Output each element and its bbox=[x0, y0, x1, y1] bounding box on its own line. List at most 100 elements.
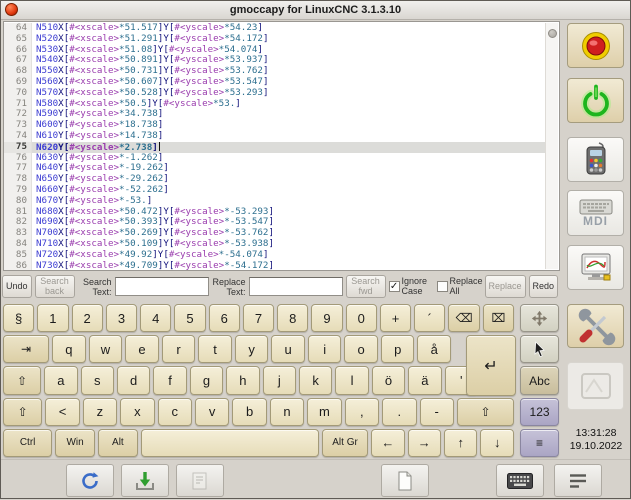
arrow-down-key[interactable]: ↓ bbox=[480, 429, 513, 457]
search-back-button[interactable]: Search back bbox=[35, 275, 75, 298]
key-d[interactable]: d bbox=[117, 366, 150, 394]
ctrl-key[interactable]: Ctrl bbox=[3, 429, 52, 457]
tab-key[interactable]: ⇥ bbox=[3, 335, 49, 363]
gcode-editor[interactable]: 64N510X[#<xscale>*51.517]Y[#<yscale>*54.… bbox=[3, 21, 560, 271]
ignore-case-checkbox[interactable]: ✓ Ignore Case bbox=[389, 277, 434, 296]
key-ö[interactable]: ö bbox=[372, 366, 405, 394]
undo-button[interactable]: Undo bbox=[2, 275, 32, 298]
key-§[interactable]: § bbox=[3, 304, 34, 332]
search-text-input[interactable] bbox=[115, 277, 209, 296]
key-,[interactable]: , bbox=[345, 398, 379, 426]
new-file-button[interactable] bbox=[381, 464, 429, 497]
replace-text-input[interactable] bbox=[249, 277, 343, 296]
key-5[interactable]: 5 bbox=[174, 304, 205, 332]
pointer-key[interactable] bbox=[520, 335, 559, 363]
mdi-mode-button[interactable]: MDI bbox=[567, 190, 624, 236]
key-1[interactable]: 1 bbox=[37, 304, 68, 332]
key-6[interactable]: 6 bbox=[209, 304, 240, 332]
scrollbar-thumb[interactable] bbox=[548, 29, 557, 38]
key-y[interactable]: y bbox=[235, 335, 269, 363]
document-icon bbox=[189, 470, 211, 492]
key-t[interactable]: t bbox=[198, 335, 232, 363]
key-p[interactable]: p bbox=[381, 335, 415, 363]
auto-mode-button[interactable] bbox=[567, 245, 624, 290]
abc-key[interactable]: Abc bbox=[520, 366, 559, 394]
key-c[interactable]: c bbox=[158, 398, 192, 426]
key-3[interactable]: 3 bbox=[106, 304, 137, 332]
keyboard-move-key[interactable] bbox=[520, 304, 559, 332]
save-button[interactable] bbox=[121, 464, 169, 497]
search-fwd-button[interactable]: Search fwd bbox=[346, 275, 386, 298]
caps-key[interactable]: ⇧ bbox=[3, 366, 41, 394]
key-u[interactable]: u bbox=[271, 335, 305, 363]
mdi-label: MDI bbox=[583, 214, 608, 228]
ignore-case-box[interactable]: ✓ bbox=[389, 281, 400, 292]
reload-button[interactable] bbox=[66, 464, 114, 497]
replace-button[interactable]: Replace bbox=[485, 275, 526, 298]
key-a[interactable]: a bbox=[44, 366, 77, 394]
clock-display: 13:31:28 19.10.2022 bbox=[563, 427, 629, 453]
key-n[interactable]: n bbox=[270, 398, 304, 426]
arrow-right-key[interactable]: → bbox=[408, 429, 441, 457]
key-0[interactable]: 0 bbox=[346, 304, 377, 332]
machine-on-button[interactable] bbox=[567, 78, 624, 123]
replace-all-checkbox[interactable]: Replace All bbox=[437, 277, 482, 296]
key-9[interactable]: 9 bbox=[311, 304, 342, 332]
space-key[interactable] bbox=[141, 429, 319, 457]
backspace-key[interactable]: ⌫ bbox=[448, 304, 479, 332]
key-ä[interactable]: ä bbox=[408, 366, 441, 394]
code-line[interactable]: 74N610Y[#<yscale>*14.738] bbox=[4, 131, 546, 142]
key-o[interactable]: o bbox=[344, 335, 378, 363]
key-r[interactable]: r bbox=[162, 335, 196, 363]
redo-button[interactable]: Redo bbox=[529, 275, 559, 298]
key-+[interactable]: + bbox=[380, 304, 411, 332]
shift-left-key[interactable]: ⇧ bbox=[3, 398, 42, 426]
menu-key[interactable]: ≡ bbox=[520, 429, 559, 457]
key-´[interactable]: ´ bbox=[414, 304, 445, 332]
arrow-up-key[interactable]: ↑ bbox=[444, 429, 477, 457]
refresh-icon bbox=[79, 470, 101, 492]
key-å[interactable]: å bbox=[417, 335, 451, 363]
replace-all-box[interactable] bbox=[437, 281, 448, 292]
power-icon bbox=[576, 81, 616, 121]
settings-button[interactable] bbox=[567, 304, 624, 348]
key-l[interactable]: l bbox=[335, 366, 368, 394]
key-i[interactable]: i bbox=[308, 335, 342, 363]
enter-key[interactable]: ↵ bbox=[466, 335, 516, 396]
win-key[interactable]: Win bbox=[55, 429, 95, 457]
key-j[interactable]: j bbox=[263, 366, 296, 394]
key-s[interactable]: s bbox=[81, 366, 114, 394]
key-k[interactable]: k bbox=[299, 366, 332, 394]
key-4[interactable]: 4 bbox=[140, 304, 171, 332]
numbers-key[interactable]: 123 bbox=[520, 398, 559, 426]
key-h[interactable]: h bbox=[226, 366, 259, 394]
key--[interactable]: - bbox=[420, 398, 454, 426]
editor-scrollbar[interactable] bbox=[545, 23, 558, 269]
key-q[interactable]: q bbox=[52, 335, 86, 363]
key-<[interactable]: < bbox=[45, 398, 79, 426]
estop-button[interactable] bbox=[567, 23, 624, 68]
alt-key[interactable]: Alt bbox=[98, 429, 138, 457]
altgr-key[interactable]: Alt Gr bbox=[322, 429, 368, 457]
key-v[interactable]: v bbox=[195, 398, 229, 426]
key-7[interactable]: 7 bbox=[243, 304, 274, 332]
key-f[interactable]: f bbox=[153, 366, 186, 394]
key-8[interactable]: 8 bbox=[277, 304, 308, 332]
back-button[interactable] bbox=[554, 464, 602, 497]
key-.[interactable]: . bbox=[382, 398, 416, 426]
key-z[interactable]: z bbox=[83, 398, 117, 426]
clear-key[interactable]: ⌧ bbox=[483, 304, 514, 332]
key-w[interactable]: w bbox=[89, 335, 123, 363]
key-e[interactable]: e bbox=[125, 335, 159, 363]
manual-mode-button[interactable] bbox=[567, 137, 624, 182]
keyboard-toggle-button[interactable] bbox=[496, 464, 544, 497]
save-as-button[interactable] bbox=[176, 464, 224, 497]
key-2[interactable]: 2 bbox=[72, 304, 103, 332]
key-m[interactable]: m bbox=[307, 398, 341, 426]
code-line[interactable]: 86N730X[#<xscale>*49.709]Y[#<yscale>*-54… bbox=[4, 261, 546, 271]
key-b[interactable]: b bbox=[232, 398, 266, 426]
key-x[interactable]: x bbox=[120, 398, 154, 426]
arrow-left-key[interactable]: ← bbox=[371, 429, 404, 457]
key-g[interactable]: g bbox=[190, 366, 223, 394]
shift-right-key[interactable]: ⇧ bbox=[457, 398, 514, 426]
